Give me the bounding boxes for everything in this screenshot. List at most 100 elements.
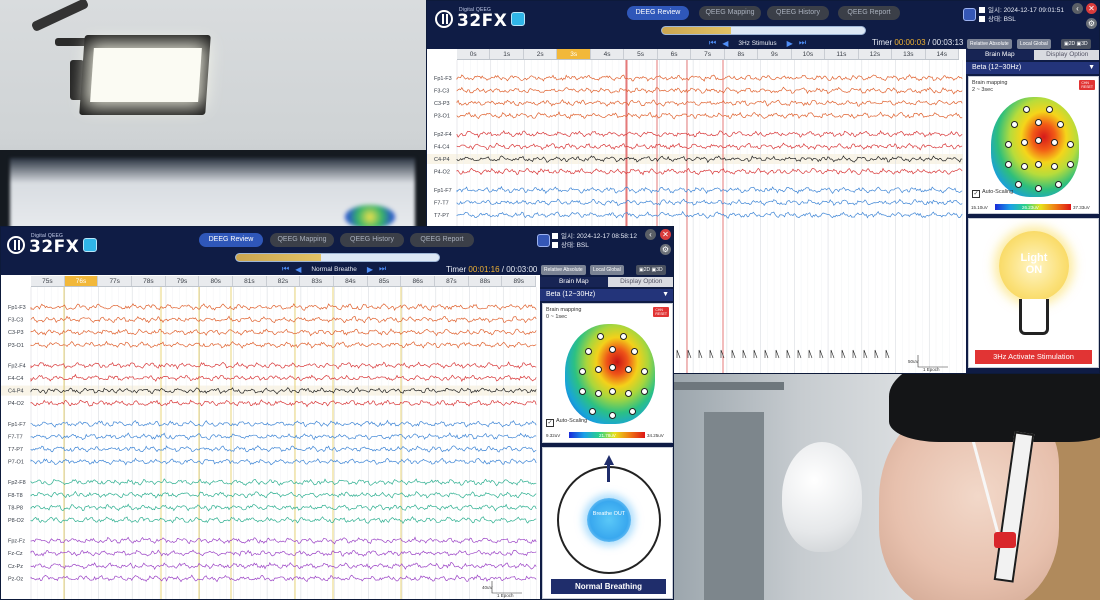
- tab-qeeg-history[interactable]: QEEG History: [767, 6, 829, 20]
- channel-label: Fp1-F7: [434, 188, 452, 194]
- epoch-scale-label: 1 Epoch: [497, 593, 514, 598]
- channel-label: Fp1-F3: [8, 305, 26, 311]
- band-label: Beta (12~30Hz): [972, 64, 1022, 71]
- 2d-3d-toggle[interactable]: ▣2D ▣3D: [1061, 39, 1091, 49]
- relative-absolute-toggle[interactable]: Relative Absolute: [967, 39, 1012, 49]
- time-tick[interactable]: 9s: [758, 49, 792, 59]
- back-button[interactable]: ‹: [1072, 3, 1083, 14]
- session-info: 일시: 2024-12-17 08:58:12 상태: BSL: [552, 232, 637, 250]
- time-tick[interactable]: 8s: [725, 49, 759, 59]
- time-tick[interactable]: 7s: [691, 49, 725, 59]
- channel-label: T8-P8: [8, 505, 23, 511]
- relative-absolute-toggle[interactable]: Relative Absolute: [541, 265, 586, 275]
- normal-breathing-button[interactable]: Normal Breathing: [551, 579, 666, 594]
- time-tick[interactable]: 4s: [591, 49, 625, 59]
- auto-scaling-checkbox[interactable]: ✓ Auto-Scaling: [546, 418, 587, 427]
- eeg-trace: [456, 198, 963, 206]
- time-tick[interactable]: 5s: [624, 49, 658, 59]
- time-tick[interactable]: 75s: [31, 276, 65, 286]
- epoch-scale-label: 1 Epoch: [923, 367, 940, 372]
- electrode-marker: [1023, 106, 1030, 113]
- 2d-3d-toggle[interactable]: ▣2D ▣3D: [636, 265, 666, 275]
- time-tick[interactable]: 89s: [502, 276, 537, 286]
- time-tick[interactable]: 0s: [457, 49, 491, 59]
- skip-forward-icon[interactable]: ⏭: [799, 38, 806, 48]
- time-tick[interactable]: 2s: [524, 49, 558, 59]
- tab-qeeg-mapping[interactable]: QEEG Mapping: [699, 6, 761, 20]
- time-tick[interactable]: 10s: [792, 49, 826, 59]
- timer-elapsed: 00:00:03: [894, 38, 926, 47]
- close-button[interactable]: ✕: [1086, 3, 1097, 14]
- time-tick[interactable]: 85s: [368, 276, 402, 286]
- skip-back-icon[interactable]: ⏮: [709, 38, 716, 48]
- side-panel: Brain Map Display Option Beta (12~30Hz) …: [540, 275, 673, 599]
- skip-back-icon[interactable]: ⏮: [282, 264, 289, 274]
- side-tabs: Brain Map Display Option: [966, 50, 1099, 60]
- tab-qeeg-report[interactable]: QEEG Report: [410, 233, 474, 247]
- skip-forward-icon[interactable]: ⏭: [379, 264, 386, 274]
- tab-qeeg-report[interactable]: QEEG Report: [838, 6, 900, 20]
- tab-deeg-review[interactable]: DEEG Review: [199, 233, 263, 247]
- reset-chip[interactable]: CHN RESET: [1079, 80, 1095, 90]
- chevron-down-icon: ▼: [662, 291, 669, 298]
- time-tick[interactable]: 83s: [300, 276, 335, 286]
- tab-qeeg-history[interactable]: QEEG History: [340, 233, 404, 247]
- electrode-marker: [1055, 181, 1062, 188]
- band-select[interactable]: Beta (12~30Hz) ▼: [540, 289, 673, 301]
- back-button[interactable]: ‹: [645, 229, 656, 240]
- time-tick[interactable]: 84s: [334, 276, 368, 286]
- step-forward-icon[interactable]: ▶: [787, 39, 793, 48]
- tab-qeeg-mapping[interactable]: QEEG Mapping: [270, 233, 334, 247]
- tab-brain-map[interactable]: Brain Map: [540, 277, 608, 287]
- time-tick[interactable]: 82s: [267, 276, 301, 286]
- auto-scaling-checkbox[interactable]: ✓ Auto-Scaling: [972, 189, 1013, 198]
- tab-display-option[interactable]: Display Option: [1033, 50, 1099, 60]
- session-timer: Timer 00:01:16 / 00:03:00: [446, 265, 537, 274]
- bulb-text: Light ON: [1020, 252, 1048, 276]
- tab-display-option[interactable]: Display Option: [607, 277, 673, 287]
- band-select[interactable]: Beta (12~30Hz) ▼: [966, 62, 1099, 74]
- time-tick[interactable]: 6s: [658, 49, 692, 59]
- channel-label: F3-C3: [8, 318, 23, 324]
- colorbar-max: 37.33uV: [1073, 205, 1090, 210]
- electrode-marker: [1051, 139, 1058, 146]
- time-tick[interactable]: 87s: [435, 276, 469, 286]
- time-tick[interactable]: 13s: [892, 49, 926, 59]
- mannequin-head: [782, 442, 862, 552]
- time-tick[interactable]: 88s: [469, 276, 503, 286]
- checkbox-check-icon: ✓: [546, 419, 554, 427]
- time-tick[interactable]: 79s: [166, 276, 200, 286]
- chevron-down-icon: ▼: [1088, 64, 1095, 71]
- session-progress-fill: [662, 27, 732, 34]
- time-tick[interactable]: 78s: [132, 276, 166, 286]
- time-tick[interactable]: 14s: [926, 49, 960, 59]
- electrode-marker: [1035, 119, 1042, 126]
- step-back-icon[interactable]: ◀: [722, 39, 728, 48]
- time-tick[interactable]: 86s: [401, 276, 436, 286]
- electrode-marker: [1021, 139, 1028, 146]
- step-back-icon[interactable]: ◀: [295, 265, 301, 274]
- eeg-trace: [30, 457, 537, 466]
- band-label: Beta (12~30Hz): [546, 291, 596, 298]
- app-logo: Digital QEEG 32FX: [435, 6, 526, 31]
- time-tick[interactable]: 12s: [859, 49, 893, 59]
- eeg-trace: [456, 167, 963, 176]
- activate-stimulation-button[interactable]: 3Hz Activate Stimulation: [975, 350, 1092, 364]
- time-tick[interactable]: 80s: [199, 276, 234, 286]
- time-tick[interactable]: 76s: [64, 276, 99, 286]
- local-global-toggle[interactable]: Local Global: [1017, 39, 1051, 49]
- time-tick[interactable]: 11s: [825, 49, 859, 59]
- close-button[interactable]: ✕: [660, 229, 671, 240]
- local-global-toggle[interactable]: Local Global: [590, 265, 624, 275]
- time-tick[interactable]: 3s: [557, 49, 591, 59]
- tab-deeg-review[interactable]: DEEG Review: [627, 6, 689, 20]
- gear-icon[interactable]: ⚙: [1086, 18, 1097, 29]
- tab-brain-map[interactable]: Brain Map: [966, 50, 1034, 60]
- time-tick[interactable]: 1s: [490, 49, 524, 59]
- reset-chip[interactable]: CHN RESET: [653, 307, 669, 317]
- time-tick[interactable]: 77s: [98, 276, 133, 286]
- time-tick[interactable]: 81s: [233, 276, 267, 286]
- electrode-marker: [1005, 141, 1012, 148]
- step-forward-icon[interactable]: ▶: [367, 265, 373, 274]
- gear-icon[interactable]: ⚙: [660, 244, 671, 255]
